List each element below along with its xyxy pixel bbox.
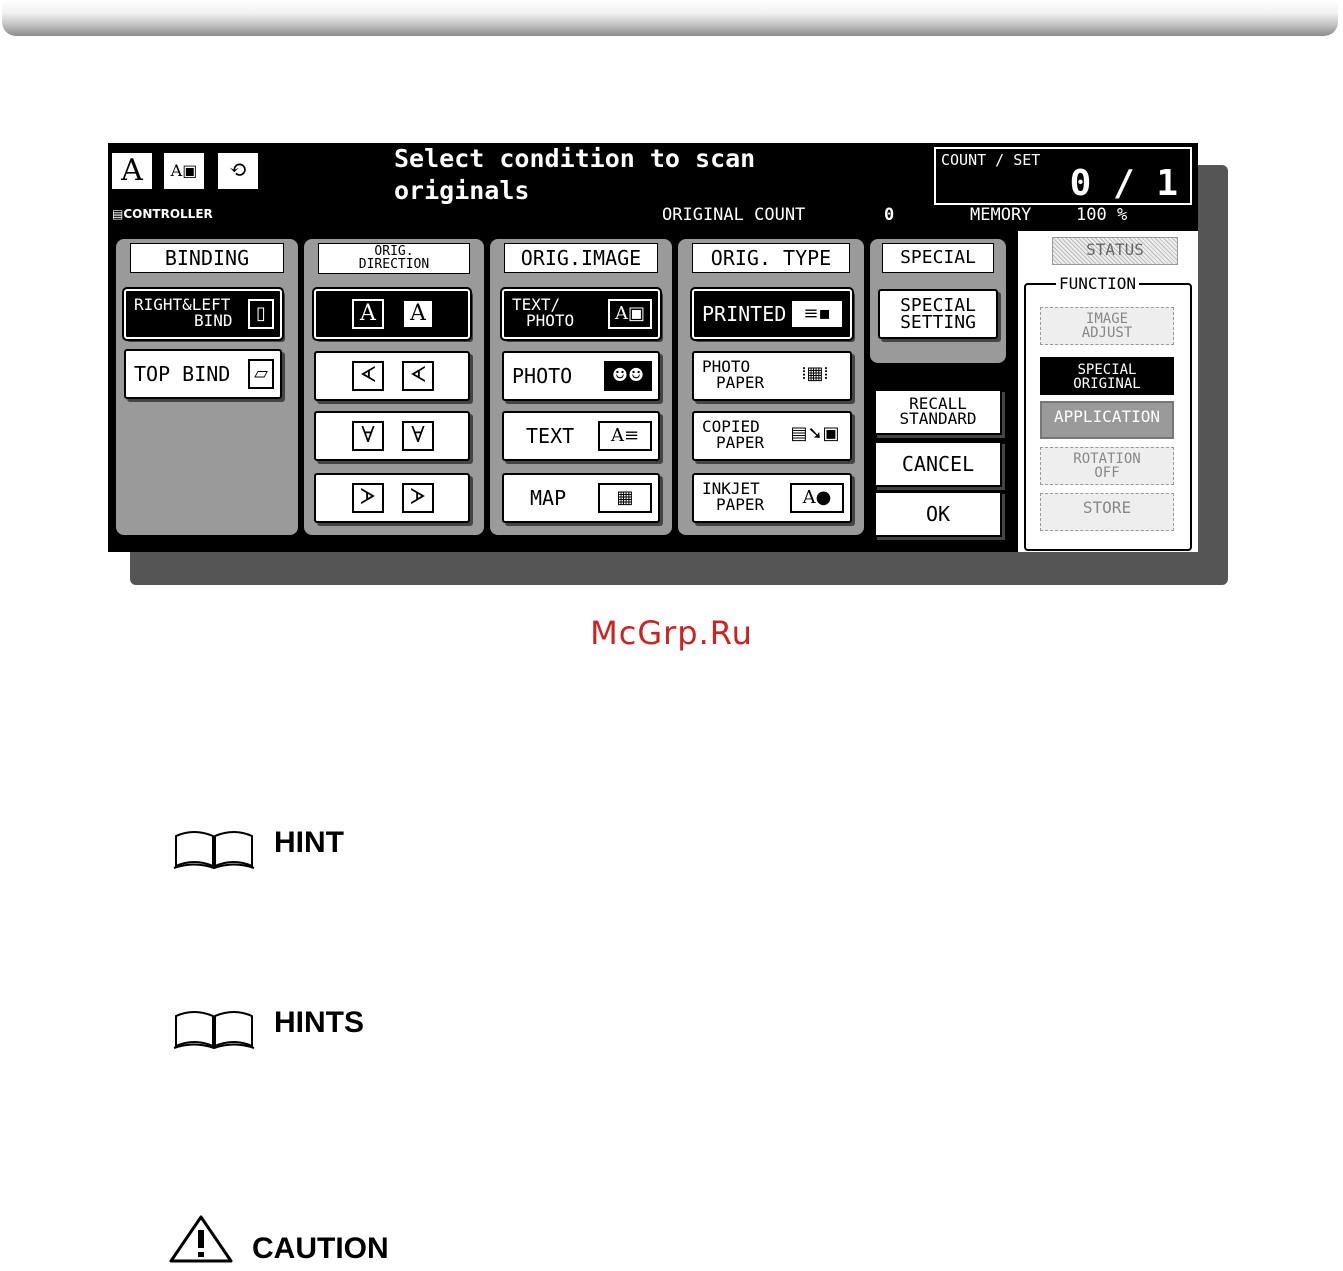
letter-a-rotated-left-icon: ᗉ [402, 361, 434, 391]
caution-heading: CAUTION [168, 1214, 389, 1265]
hints-heading: HINTS [172, 1006, 364, 1050]
hint-label: HINT [274, 826, 344, 859]
copied-paper-button[interactable]: COPIED PAPER ▤➘▣ [692, 411, 852, 461]
map-button[interactable]: MAP ▦ [502, 473, 660, 523]
orig-type-group: ORIG. TYPE PRINTED ≡▪ PHOTO PAPER ⁞▦⁞ COP… [678, 239, 864, 535]
letter-a-rotated-right-icon: ᗆ [352, 483, 384, 513]
top-header-bar [2, 0, 1338, 36]
direction-right-button[interactable]: ᗆ ᗆ [314, 473, 470, 523]
original-count-label: ORIGINAL COUNT [662, 205, 806, 225]
warning-triangle-icon [169, 1215, 233, 1263]
store-button[interactable]: STORE [1040, 493, 1174, 531]
book-open-icon: ▯ [248, 299, 274, 329]
memory-value: 100 % [1076, 205, 1128, 225]
photo-people-icon: ☻☻ [604, 361, 652, 391]
letter-a-rotated-left-icon: ᗉ [352, 361, 384, 391]
letter-a-inverted-icon: ∀ [352, 421, 384, 451]
special-group: SPECIAL SPECIAL SETTING [870, 239, 1006, 363]
letter-a-inverted-icon: ∀ [402, 421, 434, 451]
photo-button[interactable]: PHOTO ☻☻ [502, 351, 660, 401]
photo-paper-icon: ⁞▦⁞ [801, 363, 829, 384]
count-set-box: COUNT / SET 0 / 1 [934, 147, 1192, 205]
image-adjust-button[interactable]: IMAGE ADJUST [1040, 307, 1174, 345]
printed-doc-icon: ≡▪ [790, 299, 844, 329]
open-book-icon [173, 831, 255, 870]
original-count-value: 0 [884, 205, 895, 225]
orig-direction-title: ORIG. DIRECTION [318, 243, 470, 274]
cancel-button[interactable]: CANCEL [874, 441, 1002, 487]
direction-left-button[interactable]: ᗉ ᗉ [314, 351, 470, 401]
text-photo-button[interactable]: TEXT/PHOTO A▣ [500, 287, 662, 341]
text-lines-icon: A≡ [598, 421, 652, 451]
special-original-button[interactable]: SPECIAL ORIGINAL [1040, 357, 1174, 395]
photo-paper-button[interactable]: PHOTO PAPER ⁞▦⁞ [692, 351, 852, 401]
hints-label: HINTS [274, 1006, 364, 1039]
text-photo-icon: A▣ [608, 299, 652, 329]
count-set-value: 0 / 1 [1069, 163, 1178, 204]
orig-image-group: ORIG.IMAGE TEXT/PHOTO A▣ PHOTO ☻☻ TEXT A… [490, 239, 672, 535]
controller-icon: ▤ [112, 207, 124, 221]
rotate-mode-icon[interactable]: ⟲ [218, 153, 258, 189]
hint-heading: HINT [172, 826, 344, 870]
inkjet-paper-button[interactable]: INKJET PAPER A● [692, 473, 852, 523]
top-bind-button[interactable]: TOP BIND ▱ [124, 349, 282, 399]
watermark: McGrp.Ru [590, 614, 753, 652]
direction-inverted-button[interactable]: ∀ ∀ [314, 411, 470, 461]
special-title: SPECIAL [882, 243, 994, 273]
binding-group: BINDING RIGHT&LEFT BIND ▯ TOP BIND ▱ [116, 239, 298, 535]
controller-label: ▤CONTROLLER [112, 207, 213, 221]
function-box: FUNCTION IMAGE ADJUST SPECIAL ORIGINAL APP… [1024, 274, 1192, 551]
printed-button[interactable]: PRINTED ≡▪ [690, 287, 854, 341]
application-button[interactable]: APPLICATION [1040, 401, 1174, 439]
ok-button[interactable]: OK [874, 491, 1002, 537]
inkjet-drop-icon: A● [790, 483, 844, 513]
special-setting-button[interactable]: SPECIAL SETTING [878, 289, 998, 339]
map-grid-icon: ▦ [598, 483, 652, 513]
text-button[interactable]: TEXT A≡ [502, 411, 660, 461]
letter-a-upright-icon: A [352, 299, 384, 329]
right-left-bind-button[interactable]: RIGHT&LEFT BIND ▯ [122, 287, 284, 341]
letter-a-upright-icon: A [402, 299, 434, 329]
copied-paper-icon: ▤➘▣ [790, 423, 840, 444]
binding-title: BINDING [130, 243, 284, 273]
rotation-off-button[interactable]: ROTATION OFF [1040, 447, 1174, 485]
copier-control-panel: A A▣ ⟲ Select condition to scan original… [108, 143, 1198, 552]
memory-label: MEMORY [970, 205, 1032, 225]
text-mode-icon[interactable]: A [112, 153, 152, 189]
panel-header: A A▣ ⟲ Select condition to scan original… [108, 143, 1198, 233]
function-label: FUNCTION [1056, 274, 1140, 293]
orig-image-title: ORIG.IMAGE [504, 243, 658, 273]
orig-direction-group: ORIG. DIRECTION A A ᗉ ᗉ ∀ ∀ ᗆ ᗆ [304, 239, 484, 535]
status-button[interactable]: STATUS [1052, 237, 1178, 265]
letter-a-rotated-right-icon: ᗆ [402, 483, 434, 513]
caution-label: CAUTION [252, 1232, 389, 1265]
page-top-bind-icon: ▱ [248, 359, 274, 389]
text-photo-mode-icon[interactable]: A▣ [164, 153, 204, 189]
recall-standard-button[interactable]: RECALL STANDARD [874, 389, 1002, 435]
orig-type-title: ORIG. TYPE [692, 243, 850, 273]
function-column: STATUS FUNCTION IMAGE ADJUST SPECIAL ORIGI… [1018, 231, 1198, 552]
direction-upright-button[interactable]: A A [312, 287, 472, 341]
count-set-label: COUNT / SET [941, 151, 1041, 169]
screen-title: Select condition to scan originals [394, 144, 756, 205]
open-book-icon [173, 1011, 255, 1050]
